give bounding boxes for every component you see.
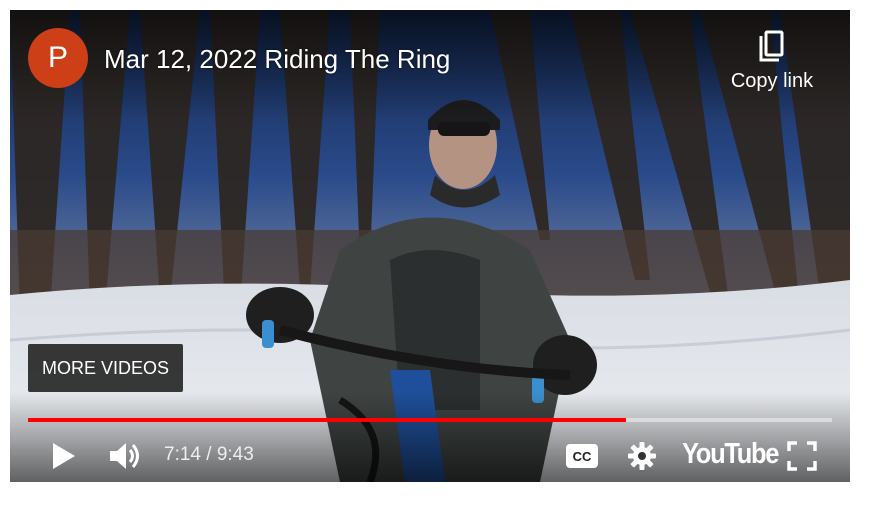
- progress-played: [28, 418, 627, 422]
- fullscreen-button[interactable]: [784, 436, 820, 476]
- video-title[interactable]: Mar 12, 2022 Riding The Ring: [104, 44, 450, 75]
- copy-link-label: Copy link: [730, 70, 814, 92]
- progress-bar[interactable]: [28, 418, 832, 422]
- copy-icon: [759, 30, 784, 62]
- svg-text:CC: CC: [573, 449, 592, 464]
- settings-button[interactable]: [624, 436, 660, 476]
- volume-icon: [110, 443, 139, 469]
- fullscreen-icon: [787, 441, 817, 471]
- closed-captions-icon: CC: [566, 444, 598, 468]
- copy-link-button[interactable]: Copy link: [722, 30, 822, 93]
- time-display: 7:14 / 9:43: [164, 444, 254, 465]
- more-videos-button[interactable]: MORE VIDEOS: [28, 344, 184, 392]
- channel-avatar[interactable]: P: [28, 28, 88, 88]
- captions-button[interactable]: CC: [564, 436, 600, 476]
- mute-button[interactable]: [106, 436, 146, 476]
- youtube-logo[interactable]: YouTube: [682, 438, 779, 471]
- play-button[interactable]: [48, 436, 80, 476]
- control-bar: 7:14 / 9:43 CC YouTube: [10, 428, 850, 482]
- gear-icon: [628, 442, 656, 470]
- video-player[interactable]: P Mar 12, 2022 Riding The Ring Copy link…: [10, 10, 850, 482]
- play-icon: [53, 443, 75, 469]
